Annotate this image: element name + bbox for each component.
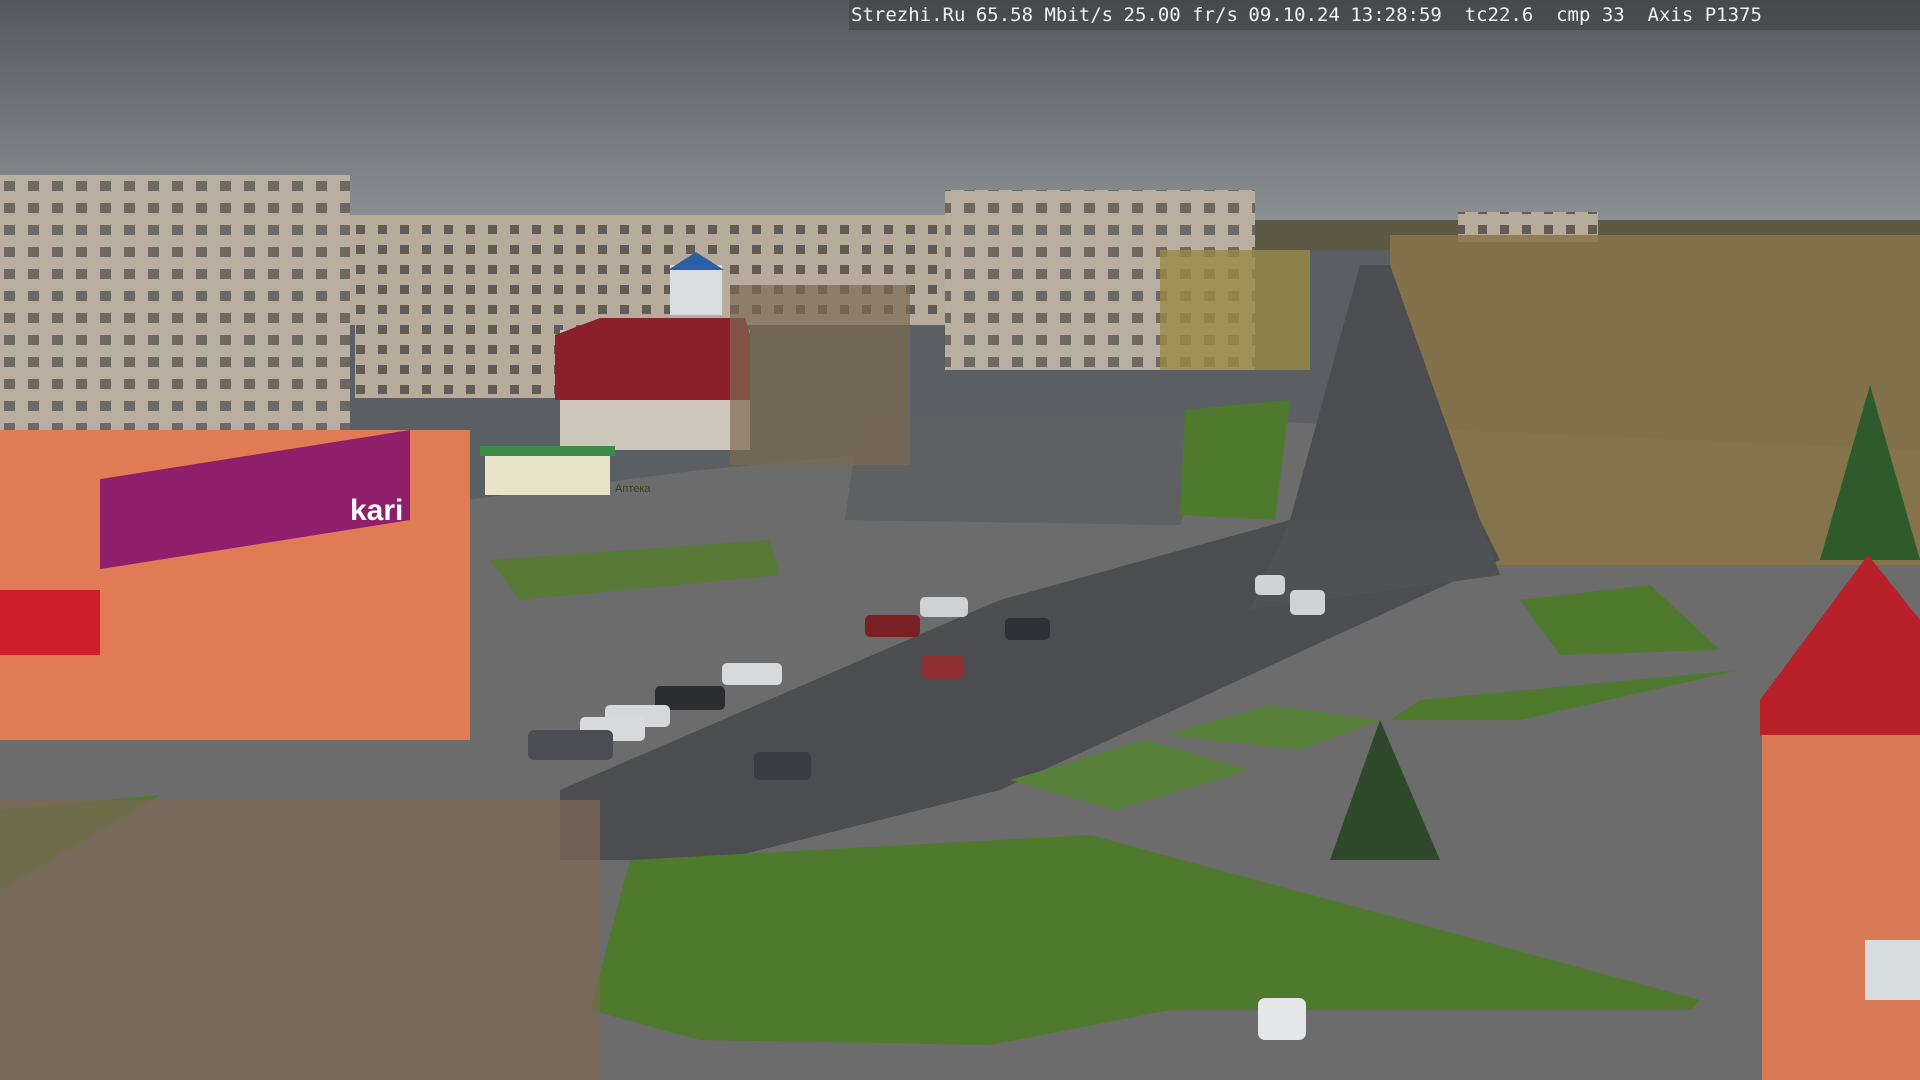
overlay-date: 09.10.24: [1248, 4, 1340, 26]
camera-info-overlay: Strezhi.Ru 65.58 Mbit/s 25.00 fr/s 09.10.24…: [849, 0, 1920, 30]
overlay-framerate: 25.00 fr/s: [1123, 4, 1238, 26]
corner-building: [1762, 735, 1920, 1080]
red-roof: [555, 318, 750, 400]
car: [528, 730, 613, 760]
overlay-time: 13:28:59: [1350, 4, 1442, 26]
car: [865, 615, 920, 637]
overlay-camera-model: Axis P1375: [1647, 4, 1762, 26]
car: [1258, 998, 1306, 1040]
overlay-bitrate: 65.58 Mbit/s: [975, 4, 1114, 26]
corner-building-window: [1865, 940, 1920, 1000]
pharmacy-sign: Аптека: [615, 483, 651, 495]
autumn-trees-center: [1160, 250, 1310, 370]
car: [1005, 618, 1050, 640]
overlay-compression: cmp 33: [1556, 4, 1625, 26]
car: [722, 663, 782, 685]
overlay-temperature: tc22.6: [1464, 4, 1534, 26]
autumn-trees-left-mid: [730, 285, 910, 465]
store-red-awning: [0, 590, 100, 655]
car: [1255, 575, 1285, 595]
store-sign: kari: [350, 494, 403, 527]
overlay-site: Strezhi.Ru: [851, 4, 966, 26]
car: [1290, 590, 1325, 615]
car: [754, 752, 811, 780]
webcam-scene: kari Аптека: [0, 0, 1920, 1080]
birch-trees-foreground: [0, 800, 600, 1080]
car: [922, 655, 964, 679]
pharmacy-kiosk: [485, 450, 610, 495]
blue-roof-tower: [670, 265, 722, 315]
lawn-far: [1180, 400, 1290, 520]
pharmacy-roof: [480, 446, 615, 456]
car: [920, 597, 968, 617]
